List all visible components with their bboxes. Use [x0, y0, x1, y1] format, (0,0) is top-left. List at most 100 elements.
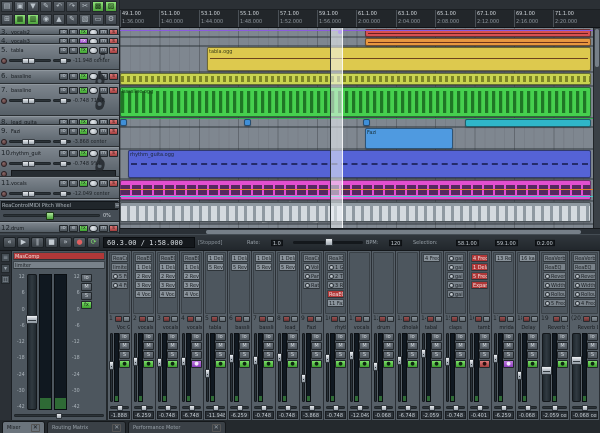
strip-solo-button[interactable]: S: [431, 351, 442, 359]
param-knob-slot[interactable]: Rollout nothing: [573, 290, 596, 298]
param-knob-slot[interactable]: 3 Ratio 3.44:1: [327, 281, 344, 289]
strip-fader[interactable]: [254, 333, 257, 402]
item-lead-loop[interactable]: [465, 119, 591, 127]
strip-pan-slider[interactable]: [158, 406, 177, 409]
docker-tab-mixer[interactable]: Mixer✕: [2, 421, 45, 433]
time-selection[interactable]: [330, 28, 343, 228]
strip-solo-button[interactable]: S: [263, 351, 274, 359]
strip-io-button[interactable]: io: [239, 333, 250, 341]
strip-io-button[interactable]: io: [479, 333, 490, 341]
strip-pan-handle[interactable]: [141, 405, 147, 411]
strip-pan-slider[interactable]: [206, 406, 225, 409]
volume-handle-right[interactable]: [28, 58, 35, 64]
strip-mute-button[interactable]: M: [119, 342, 130, 350]
media-explorer-icon[interactable]: ▨: [105, 1, 117, 12]
volume-handle-right[interactable]: [28, 191, 35, 197]
track-record-monitor-button[interactable]: [89, 180, 98, 187]
track-volume-slider[interactable]: [9, 59, 51, 62]
pan-handle[interactable]: [60, 191, 67, 197]
plugin-button-0[interactable]: −: [114, 202, 119, 209]
strip-pan-handle[interactable]: [405, 405, 411, 411]
strip-fx-button[interactable]: ●: [527, 360, 538, 368]
strip-solo-button[interactable]: S: [215, 351, 226, 359]
track-pan-slider[interactable]: [53, 140, 71, 143]
strip-pan-slider[interactable]: [446, 406, 465, 409]
knob-icon[interactable]: [449, 274, 454, 279]
strip-fader[interactable]: [494, 333, 497, 402]
volume-handle-right[interactable]: [28, 98, 35, 104]
item-lead-1[interactable]: [120, 119, 127, 126]
knob-icon[interactable]: [449, 292, 454, 297]
horizontal-scrollbar[interactable]: [120, 228, 600, 234]
strip-mute-button[interactable]: M: [407, 342, 418, 350]
open-project-icon[interactable]: ▣: [14, 1, 26, 12]
strip-fader[interactable]: [302, 333, 305, 402]
strip-mute-button[interactable]: M: [311, 342, 322, 350]
param-knob-slot[interactable]: Volume -0.01: [303, 263, 320, 271]
track-fx-button[interactable]: fx: [79, 225, 88, 232]
strip-pan-slider[interactable]: [518, 406, 537, 409]
strip-pan-slider[interactable]: [374, 406, 393, 409]
strip-solo-button[interactable]: S: [119, 351, 130, 359]
strip-fader[interactable]: [326, 333, 329, 402]
strip-io-button[interactable]: io: [311, 333, 322, 341]
strip-fx-button[interactable]: ●: [383, 360, 394, 368]
plugin-param-slider[interactable]: [3, 214, 100, 217]
strip-fx-button[interactable]: ●: [335, 360, 346, 368]
close-icon[interactable]: ✕: [212, 424, 221, 432]
track-pan-slider[interactable]: [53, 59, 71, 62]
strip-mute-button[interactable]: M: [527, 342, 538, 350]
mixer-menu-icon-2[interactable]: ◫: [1, 275, 10, 284]
strip-solo-button[interactable]: S: [503, 351, 514, 359]
strip-fader[interactable]: [542, 333, 551, 402]
envelope-volume-envelope[interactable]: [120, 30, 593, 31]
knob-icon[interactable]: [545, 301, 550, 306]
track-record-monitor-button[interactable]: [89, 47, 98, 54]
strip-solo-button[interactable]: S: [383, 351, 394, 359]
strip-phase-button[interactable]: [339, 316, 346, 322]
knob-icon[interactable]: [329, 283, 334, 288]
strip-mute-button[interactable]: M: [557, 342, 568, 350]
strip-fader[interactable]: [350, 333, 353, 402]
envelope-edit-icon[interactable]: ✎: [66, 14, 78, 25]
strip-pan-handle[interactable]: [285, 405, 291, 411]
strip-pan-slider[interactable]: [494, 406, 513, 409]
strip-mute-button[interactable]: M: [335, 342, 346, 350]
strip-pan-slider[interactable]: [230, 406, 249, 409]
track-env-button[interactable]: e: [69, 73, 78, 80]
track-io-button[interactable]: io: [59, 225, 68, 232]
close-icon[interactable]: ✕: [112, 424, 121, 432]
track-io-button[interactable]: io: [59, 128, 68, 135]
master-fx-button[interactable]: fx: [81, 301, 92, 309]
rate-slider-handle[interactable]: [325, 238, 333, 246]
strip-mute-button[interactable]: M: [167, 342, 178, 350]
item-bassline-loop[interactable]: [120, 73, 591, 85]
strip-fader[interactable]: [422, 333, 425, 402]
track-solo-button[interactable]: s: [109, 225, 118, 232]
param-knob-slot[interactable]: Ratio 0.0%: [303, 281, 320, 289]
track-solo-button[interactable]: s: [109, 128, 118, 135]
new-project-icon[interactable]: ▤: [1, 1, 13, 12]
strip-pan-slider[interactable]: [278, 406, 297, 409]
strip-pan-handle[interactable]: [309, 405, 315, 411]
track-env-button[interactable]: e: [69, 47, 78, 54]
strip-fader[interactable]: [230, 333, 233, 402]
strip-io-button[interactable]: io: [335, 333, 346, 341]
record-arm-button[interactable]: [1, 171, 7, 177]
strip-fx-button[interactable]: ●: [143, 360, 154, 368]
strip-solo-button[interactable]: S: [479, 351, 490, 359]
strip-solo-button[interactable]: S: [311, 351, 322, 359]
selection-length[interactable]: 0:2.00: [535, 239, 555, 245]
param-knob-slot[interactable]: gain 12: [447, 254, 464, 262]
strip-record-arm-button[interactable]: [187, 316, 194, 322]
track-env-button[interactable]: e: [69, 150, 78, 157]
param-knob-slot[interactable]: 2 Thrsh -26.4: [327, 272, 344, 280]
strip-phase-button[interactable]: [291, 316, 298, 322]
volume-handle-right[interactable]: [28, 139, 35, 145]
strip-record-arm-button[interactable]: [283, 316, 290, 322]
strip-mute-button[interactable]: M: [479, 342, 490, 350]
param-knob-slot[interactable]: gain 10: [447, 263, 464, 271]
strip-mute-button[interactable]: M: [263, 342, 274, 350]
arrange-area[interactable]: tabla.oggbassline.oggFazirhythm_guita.og…: [120, 28, 593, 228]
record-arm-button[interactable]: [1, 58, 7, 64]
